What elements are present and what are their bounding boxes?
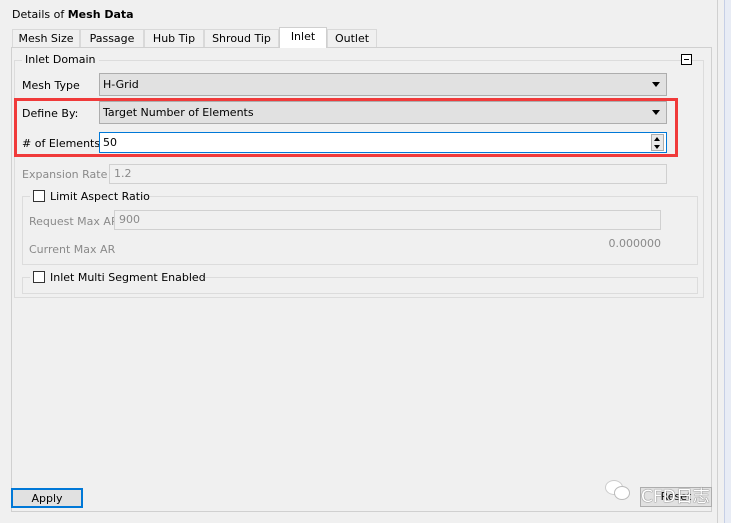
tab-passage[interactable]: Passage [80,29,144,47]
watermark: CFD日志 [641,487,710,507]
panel-title: Details of Mesh Data [12,8,134,21]
tab-outlet[interactable]: Outlet [327,29,377,47]
multi-segment-label: Inlet Multi Segment Enabled [50,271,206,284]
expansion-rate-input[interactable]: 1.2 [109,164,667,184]
chevron-down-icon [652,82,660,87]
expansion-rate-label: Expansion Rate [22,168,108,181]
request-max-ar-input[interactable]: 900 [114,210,661,230]
mesh-type-value: H-Grid [103,78,139,91]
request-max-ar-label: Request Max AR [29,215,119,228]
limit-aspect-group [22,196,698,265]
inlet-domain-title: Inlet Domain [22,53,99,66]
tab-shroud-tip[interactable]: Shroud Tip [204,29,279,47]
highlight-box [14,98,678,157]
mesh-type-label: Mesh Type [22,79,80,92]
current-max-ar-value: 0.000000 [608,237,662,250]
apply-button[interactable]: Apply [11,488,83,508]
tab-inlet[interactable]: Inlet [279,27,327,48]
collapse-icon[interactable] [681,54,692,65]
current-max-ar-label: Current Max AR [29,243,116,256]
limit-aspect-checkbox[interactable] [33,190,45,202]
tab-hub-tip[interactable]: Hub Tip [144,29,204,47]
limit-aspect-label: Limit Aspect Ratio [50,190,150,203]
tab-mesh-size[interactable]: Mesh Size [12,29,80,47]
wechat-logo [605,480,633,502]
mesh-type-select[interactable]: H-Grid [99,73,667,96]
multi-segment-checkbox[interactable] [33,271,45,283]
